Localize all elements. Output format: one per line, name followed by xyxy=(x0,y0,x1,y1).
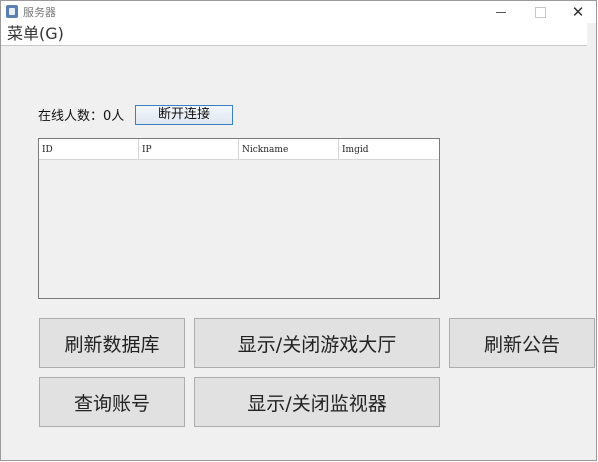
close-icon: ✕ xyxy=(571,3,585,21)
query-account-button[interactable]: 查询账号 xyxy=(39,377,185,427)
maximize-button[interactable] xyxy=(522,1,558,23)
clients-table[interactable]: ID IP Nickname Imgid xyxy=(38,138,440,299)
refresh-notice-button[interactable]: 刷新公告 xyxy=(449,318,595,368)
refresh-database-button[interactable]: 刷新数据库 xyxy=(39,318,185,368)
toggle-monitor-button[interactable]: 显示/关闭监视器 xyxy=(194,377,440,427)
toggle-game-lobby-button[interactable]: 显示/关闭游戏大厅 xyxy=(194,318,440,368)
java-app-icon xyxy=(6,5,18,18)
table-header: ID IP Nickname Imgid xyxy=(39,139,439,160)
column-header-id[interactable]: ID xyxy=(39,139,139,159)
maximize-icon xyxy=(534,6,546,18)
menu-item-menu[interactable]: 菜单(G) xyxy=(7,23,64,45)
minimize-button[interactable] xyxy=(483,1,519,23)
column-header-ip[interactable]: IP xyxy=(139,139,239,159)
title-bar[interactable]: 服务器 ✕ xyxy=(1,1,596,23)
column-header-imgid[interactable]: Imgid xyxy=(339,139,439,159)
window-title: 服务器 xyxy=(23,6,56,19)
menu-bar: 菜单(G) xyxy=(1,23,587,46)
close-button[interactable]: ✕ xyxy=(560,1,596,23)
column-header-nickname[interactable]: Nickname xyxy=(239,139,339,159)
disconnect-button[interactable]: 断开连接 xyxy=(135,105,233,125)
online-count-label: 在线人数：0人 xyxy=(38,109,125,124)
minimize-icon xyxy=(496,11,506,13)
server-window: 服务器 ✕ 菜单(G) 在线人数：0人 断开连接 ID IP Nickname … xyxy=(0,0,597,461)
